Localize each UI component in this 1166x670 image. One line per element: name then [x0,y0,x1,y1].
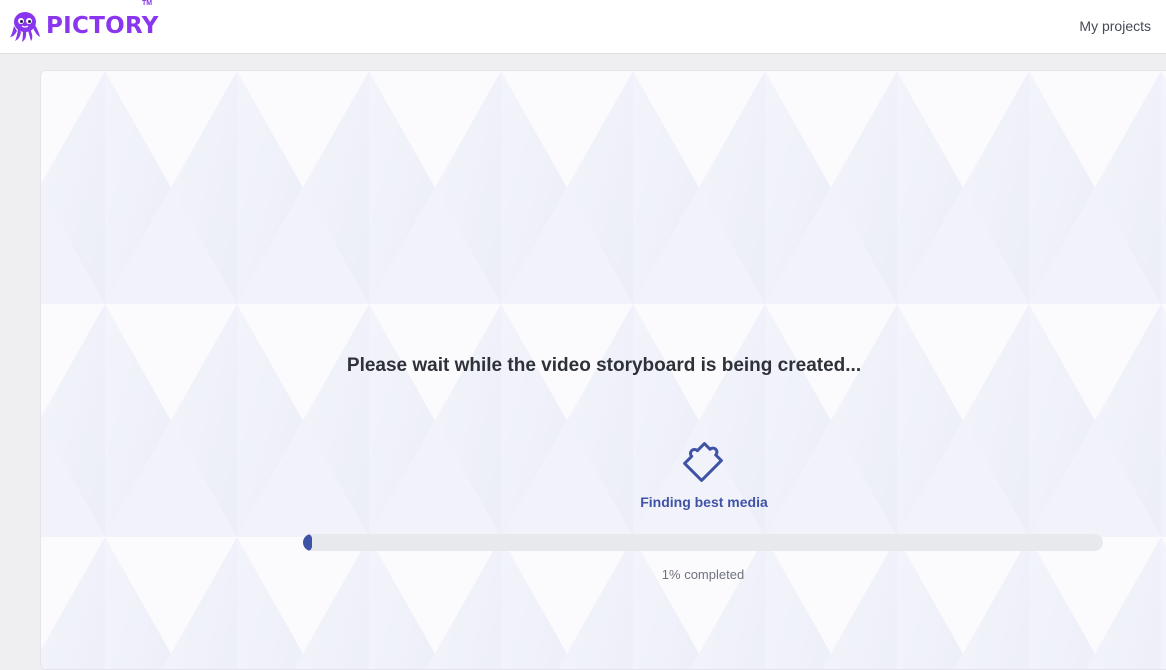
trademark-mark: TM [142,0,153,7]
progress-bar [303,534,1103,551]
puzzle-icon [683,442,723,482]
octopus-mascot-icon [10,12,40,42]
brand-name: PICTORY [46,13,159,39]
my-projects-link[interactable]: My projects [1079,18,1151,34]
progress-content: Please wait while the video storyboard i… [41,71,1166,669]
brand-logo[interactable]: PICTORY [8,8,159,44]
top-bar: PICTORY TM My projects [0,0,1166,54]
storyboard-progress-card: Please wait while the video storyboard i… [40,70,1166,670]
progress-caption: 1% completed [661,567,745,582]
status-title: Please wait while the video storyboard i… [346,355,862,376]
current-step-label: Finding best media [640,494,768,510]
progress-bar-fill [303,534,312,551]
